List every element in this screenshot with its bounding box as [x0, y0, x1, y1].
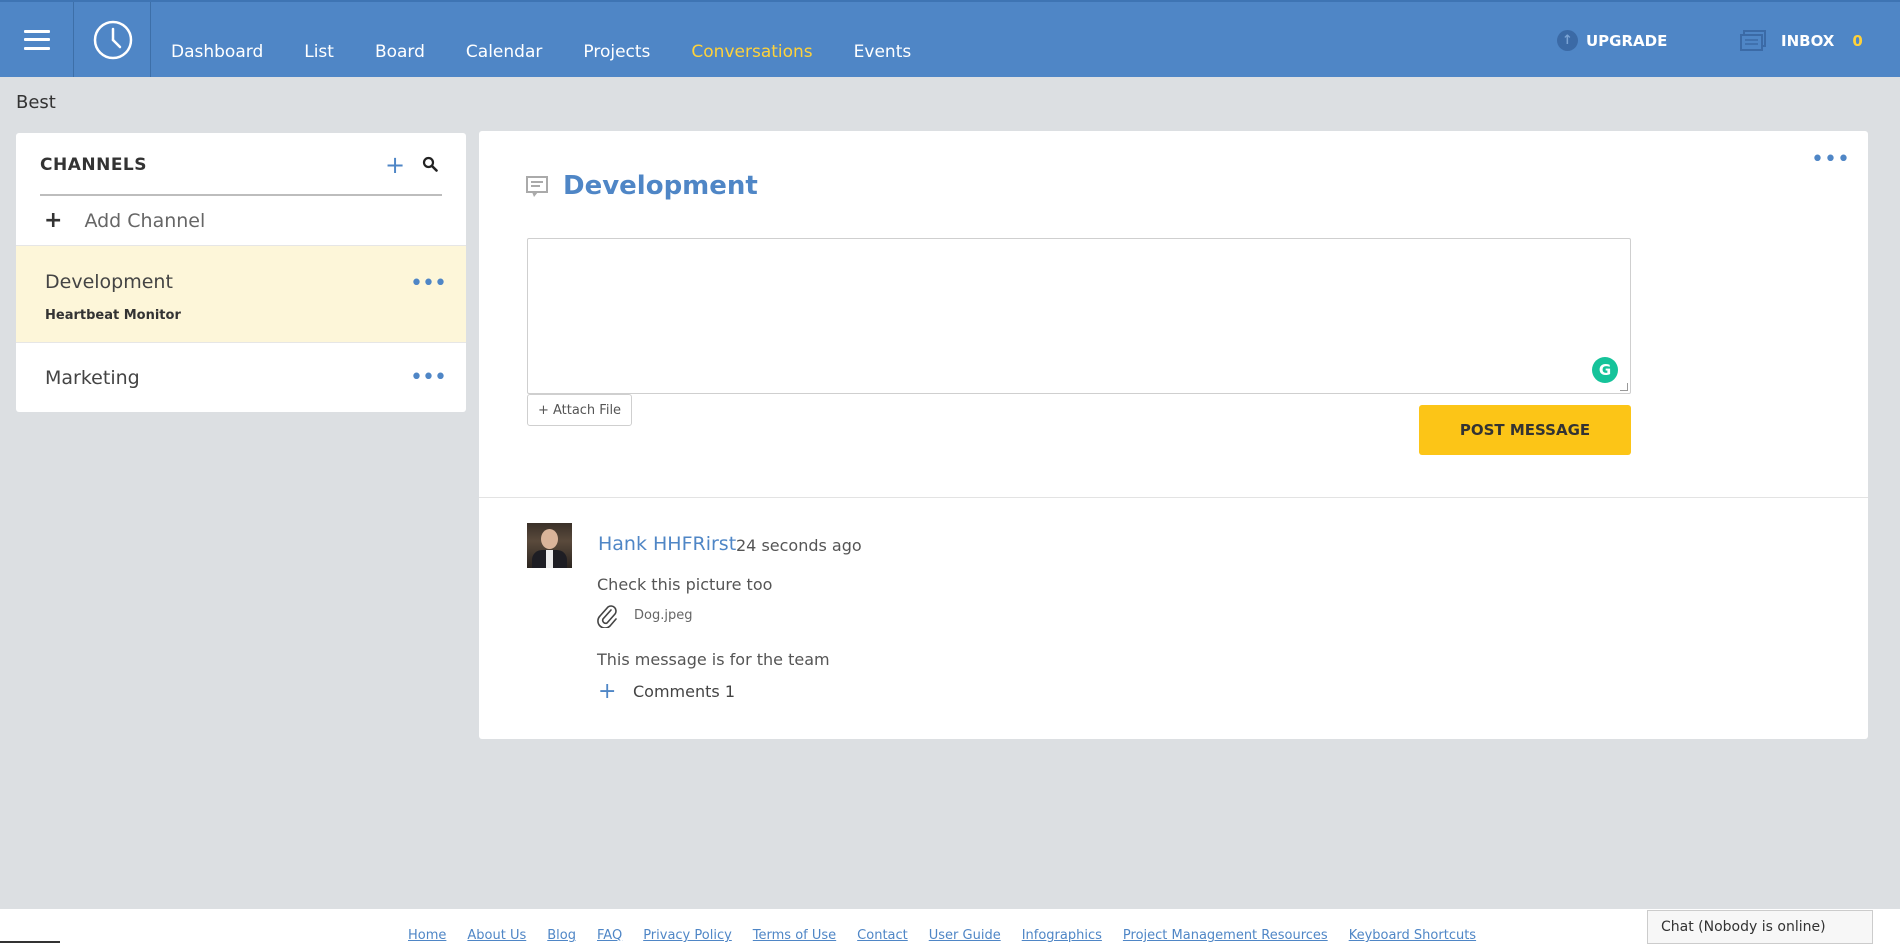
chat-widget[interactable]: Chat (Nobody is online)	[1647, 910, 1873, 944]
nav-board[interactable]: Board	[375, 42, 425, 62]
conversation-title: Development	[563, 171, 758, 201]
attachment-link[interactable]: Dog.jpeg	[634, 608, 692, 623]
channel-more-icon[interactable]: •••	[410, 271, 447, 296]
divider	[0, 941, 60, 943]
comments-toggle[interactable]: Comments 1	[633, 682, 735, 701]
footer-link-privacy[interactable]: Privacy Policy	[643, 928, 732, 943]
footer-link-user-guide[interactable]: User Guide	[929, 928, 1001, 943]
add-channel-icon[interactable]: +	[385, 151, 405, 179]
add-channel-label: Add Channel	[84, 209, 206, 232]
channel-item-development[interactable]: Development Heartbeat Monitor •••	[16, 245, 466, 342]
footer-link-shortcuts[interactable]: Keyboard Shortcuts	[1349, 928, 1476, 943]
post-message-button[interactable]: POST MESSAGE	[1419, 405, 1631, 455]
footer: Home About Us Blog FAQ Privacy Policy Te…	[0, 909, 1900, 944]
message-text: Check this picture too	[597, 575, 773, 594]
footer-link-about[interactable]: About Us	[467, 928, 526, 943]
clock-icon	[93, 20, 132, 59]
channel-name: Marketing	[45, 367, 140, 389]
upgrade-arrow-icon: ↑	[1557, 30, 1578, 51]
nav-calendar[interactable]: Calendar	[466, 42, 542, 62]
timer-button[interactable]	[75, 2, 151, 77]
footer-link-faq[interactable]: FAQ	[597, 928, 622, 943]
footer-link-contact[interactable]: Contact	[857, 928, 908, 943]
conversation-icon	[526, 176, 548, 197]
conversation-panel: ••• Development G + Attach File POST MES…	[479, 131, 1868, 739]
hamburger-icon	[23, 29, 50, 50]
inbox-count: 0	[1852, 32, 1863, 50]
footer-link-terms[interactable]: Terms of Use	[753, 928, 836, 943]
channel-name: Development	[45, 271, 173, 293]
channels-panel: CHANNELS + + Add Channel Development Hea…	[16, 133, 466, 412]
nav-events[interactable]: Events	[854, 42, 912, 62]
add-channel-button[interactable]: + Add Channel	[40, 208, 205, 233]
footer-links: Home About Us Blog FAQ Privacy Policy Te…	[408, 928, 1497, 943]
channels-header: CHANNELS +	[40, 133, 442, 196]
message-time: 24 seconds ago	[736, 536, 862, 555]
avatar[interactable]	[527, 523, 572, 568]
search-icon[interactable]	[422, 156, 438, 172]
conversation-more-icon[interactable]: •••	[1811, 147, 1850, 172]
menu-button[interactable]	[0, 2, 74, 77]
paperclip-icon	[597, 605, 617, 628]
resize-handle[interactable]	[1620, 383, 1628, 391]
channels-title: CHANNELS	[40, 155, 148, 175]
inbox-icon	[1740, 30, 1766, 51]
nav-list[interactable]: List	[304, 42, 334, 62]
footer-link-blog[interactable]: Blog	[547, 928, 576, 943]
message-input[interactable]: G	[527, 238, 1631, 394]
nav-conversations[interactable]: Conversations	[691, 42, 812, 62]
channel-item-marketing[interactable]: Marketing •••	[16, 342, 466, 412]
attach-file-button[interactable]: + Attach File	[527, 394, 632, 426]
main-nav: Dashboard List Board Calendar Projects C…	[151, 2, 932, 77]
upgrade-button[interactable]: ↑ UPGRADE	[1557, 30, 1667, 51]
divider	[479, 497, 1868, 498]
nav-dashboard[interactable]: Dashboard	[171, 42, 263, 62]
upgrade-label: UPGRADE	[1586, 31, 1668, 50]
footer-link-pm-resources[interactable]: Project Management Resources	[1123, 928, 1328, 943]
plus-icon[interactable]: +	[598, 679, 616, 704]
message-author[interactable]: Hank HHFRirst	[598, 533, 736, 555]
nav-projects[interactable]: Projects	[583, 42, 650, 62]
inbox-button[interactable]: INBOX 0	[1740, 30, 1863, 52]
footer-link-infographics[interactable]: Infographics	[1022, 928, 1102, 943]
channel-more-icon[interactable]: •••	[410, 365, 447, 390]
top-navigation-bar: Dashboard List Board Calendar Projects C…	[0, 0, 1900, 77]
page-title: Best	[16, 92, 56, 113]
channel-subtitle: Heartbeat Monitor	[45, 308, 181, 323]
footer-link-home[interactable]: Home	[408, 928, 446, 943]
plus-icon: +	[44, 208, 63, 233]
message-text: This message is for the team	[597, 650, 830, 669]
grammarly-icon[interactable]: G	[1592, 357, 1618, 383]
inbox-label: INBOX	[1781, 32, 1835, 50]
